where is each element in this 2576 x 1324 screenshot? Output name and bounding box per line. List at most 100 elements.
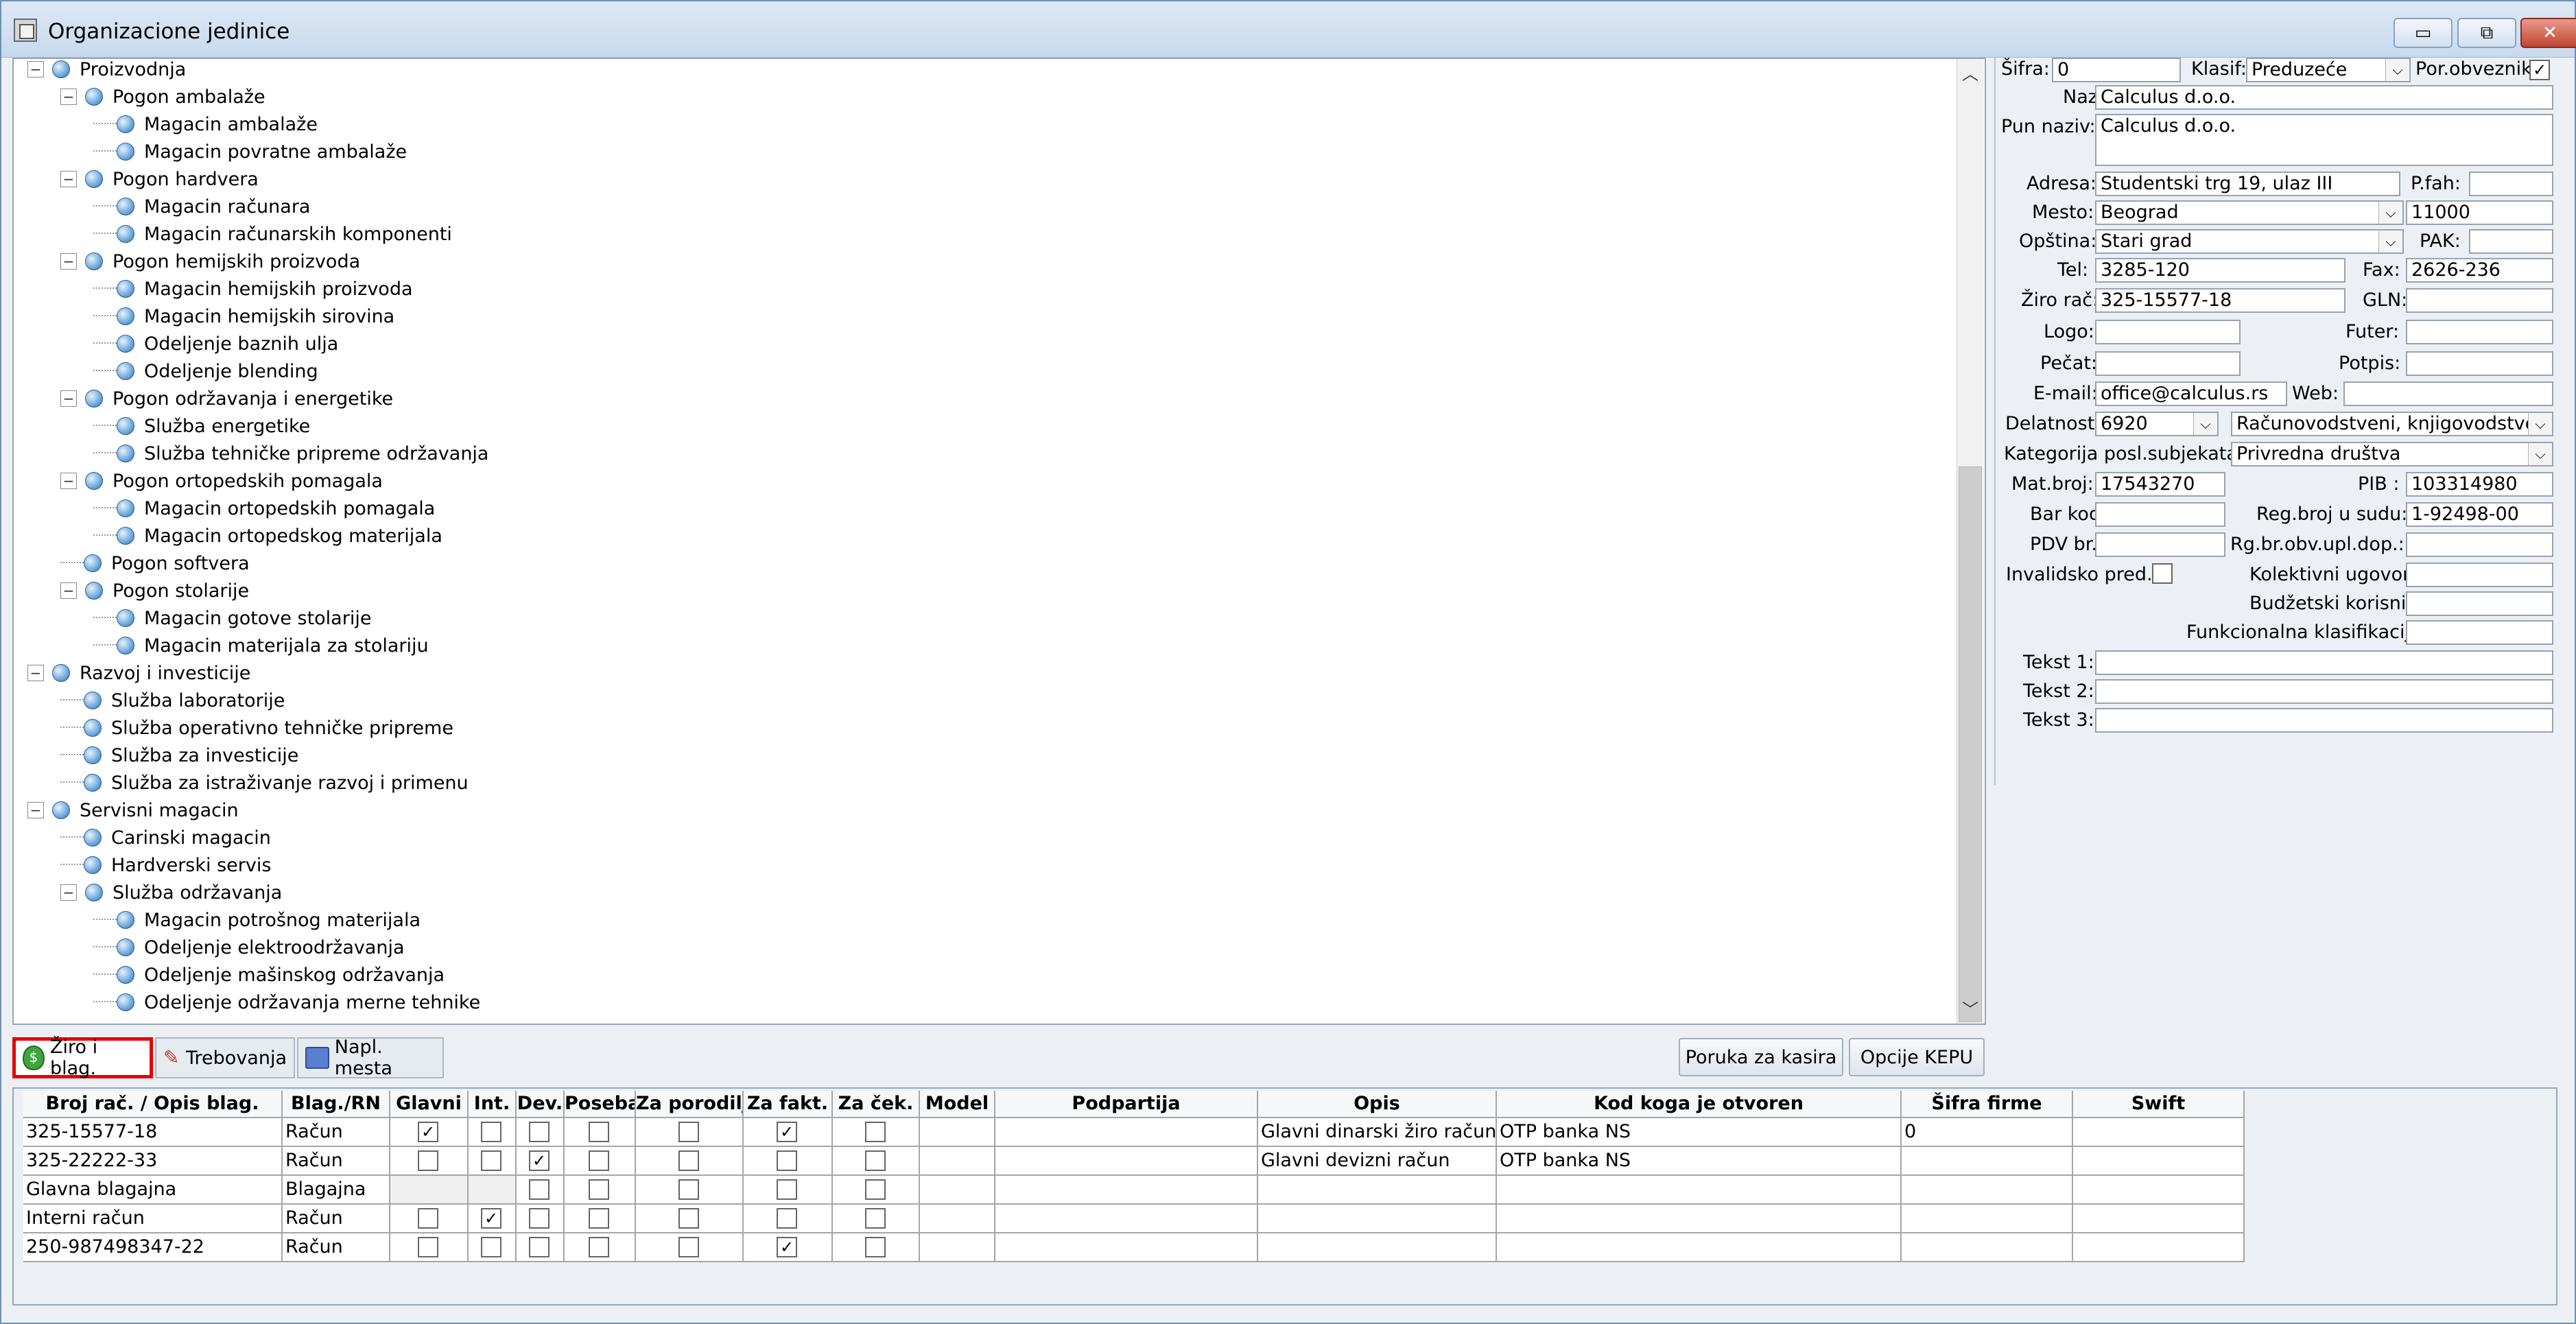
row-checkbox[interactable] [589, 1122, 609, 1142]
table-cell[interactable]: Račun [283, 1233, 390, 1262]
column-header[interactable]: Poseban [565, 1091, 636, 1118]
row-checkbox[interactable] [678, 1237, 699, 1257]
table-cell[interactable] [920, 1233, 995, 1262]
table-cell[interactable]: 0 [1902, 1118, 2073, 1147]
tekst3-field[interactable] [2095, 708, 2553, 733]
row-checkbox[interactable]: ✓ [529, 1150, 550, 1171]
tekst2-field[interactable] [2095, 679, 2553, 704]
tree-node[interactable]: Odeljenje baznih ulja [93, 330, 338, 357]
tel-field[interactable]: 3285-120 [2095, 258, 2345, 283]
tree-node[interactable]: Odeljenje održavanja merne tehnike [93, 989, 480, 1016]
opcije-kepu-button[interactable]: Opcije KEPU [1849, 1038, 1985, 1076]
column-header[interactable]: Šifra firme [1902, 1091, 2073, 1118]
collapse-icon[interactable]: − [27, 802, 44, 818]
table-cell[interactable]: Glavni dinarski žiro račun [1258, 1118, 1497, 1147]
opstina-select[interactable]: Stari grad ⌵ [2095, 229, 2404, 254]
column-header[interactable]: Za porodilje [636, 1091, 744, 1118]
table-cell[interactable] [1902, 1176, 2073, 1205]
column-header[interactable]: Za fakt. [744, 1091, 833, 1118]
table-cell[interactable] [1258, 1205, 1497, 1233]
chevron-down-icon[interactable]: ⌵ [2528, 413, 2552, 435]
row-checkbox[interactable] [529, 1179, 550, 1200]
table-cell[interactable] [636, 1176, 744, 1205]
por-obveznik-checkbox[interactable]: ✓ [2529, 60, 2550, 80]
table-cell[interactable]: ✓ [517, 1147, 565, 1176]
row-checkbox[interactable] [777, 1208, 797, 1229]
pdv-field[interactable] [2095, 532, 2225, 557]
tree-node[interactable]: − Servisni magacin [27, 796, 239, 824]
pun-naziv-field[interactable]: Calculus d.o.o. [2095, 114, 2553, 166]
tree-node[interactable]: Pogon softvera [60, 549, 250, 577]
delatnost-select[interactable]: 6920 ⌵ [2095, 412, 2219, 436]
tree-node[interactable]: Služba operativno tehničke pripreme [60, 714, 453, 742]
table-cell[interactable] [833, 1147, 920, 1176]
row-checkbox[interactable] [777, 1150, 797, 1171]
table-cell[interactable]: 325-22222-33 [23, 1147, 283, 1176]
row-checkbox[interactable] [418, 1237, 438, 1257]
table-cell[interactable] [517, 1205, 565, 1233]
row-checkbox[interactable] [777, 1179, 797, 1200]
ptt-field[interactable]: 11000 [2406, 200, 2553, 225]
row-checkbox[interactable] [529, 1122, 550, 1142]
title-bar[interactable]: Organizacione jedinice ▭ ⧉ ✕ [1, 1, 2576, 58]
regbroj-field[interactable]: 1-92498-00 [2406, 502, 2553, 527]
pak-field[interactable] [2469, 229, 2553, 254]
column-header[interactable]: Model [920, 1091, 995, 1118]
tree-node[interactable]: − Pogon hemijskih proizvoda [60, 248, 360, 275]
column-header[interactable]: Opis [1258, 1091, 1497, 1118]
table-cell[interactable] [2073, 1176, 2245, 1205]
row-checkbox[interactable] [481, 1122, 501, 1142]
tree-node[interactable]: Hardverski servis [60, 851, 271, 879]
table-cell[interactable]: OTP banka NS [1497, 1147, 1902, 1176]
maximize-button[interactable]: ⧉ [2457, 18, 2516, 48]
potpis-field[interactable] [2406, 351, 2553, 376]
row-checkbox[interactable] [678, 1208, 699, 1229]
table-cell[interactable] [469, 1147, 517, 1176]
pfah-field[interactable] [2469, 172, 2553, 196]
tree-scrollbar-thumb[interactable] [1959, 466, 1982, 1022]
table-cell[interactable] [1497, 1205, 1902, 1233]
tree-node[interactable]: Magacin računara [93, 193, 310, 220]
table-cell[interactable] [565, 1147, 636, 1176]
table-cell[interactable] [744, 1176, 833, 1205]
web-field[interactable] [2343, 381, 2553, 406]
collapse-icon[interactable]: − [60, 253, 77, 270]
column-header[interactable]: Swift [2073, 1091, 2245, 1118]
naziv-field[interactable]: Calculus d.o.o. [2095, 85, 2553, 110]
tree-node[interactable]: − Pogon hardvera [60, 165, 259, 193]
collapse-icon[interactable]: − [60, 171, 77, 187]
tree-node[interactable]: − Pogon ortopedskih pomagala [60, 467, 383, 495]
poruka-za-kasira-button[interactable]: Poruka za kasira [1679, 1038, 1843, 1076]
collapse-icon[interactable]: − [60, 473, 77, 489]
table-cell[interactable]: OTP banka NS [1497, 1118, 1902, 1147]
sifra-field[interactable]: 0 [2052, 58, 2181, 82]
tree-node[interactable]: − Proizvodnja [27, 59, 186, 83]
tree-node[interactable]: − Pogon održavanja i energetike [60, 385, 393, 412]
tree-node[interactable]: Carinski magacin [60, 824, 271, 851]
chevron-down-icon[interactable]: ⌵ [2378, 230, 2402, 252]
column-header[interactable]: Podpartija [995, 1091, 1258, 1118]
table-cell[interactable]: ✓ [744, 1233, 833, 1262]
tree-node[interactable]: Magacin ortopedskih pomagala [93, 495, 435, 522]
table-cell[interactable]: Interni račun [23, 1205, 283, 1233]
pib-field[interactable]: 103314980 [2406, 472, 2553, 497]
column-header[interactable]: Blag./RN [283, 1091, 390, 1118]
table-cell[interactable] [469, 1233, 517, 1262]
row-checkbox[interactable] [865, 1150, 886, 1171]
table-cell[interactable] [920, 1176, 995, 1205]
table-cell[interactable] [995, 1233, 1258, 1262]
tree-node[interactable]: Magacin hemijskih proizvoda [93, 275, 413, 303]
tree-node[interactable]: Magacin potrošnog materijala [93, 906, 421, 934]
tree-node[interactable]: Služba energetike [93, 412, 310, 440]
row-checkbox[interactable] [678, 1122, 699, 1142]
collapse-icon[interactable]: − [60, 88, 77, 105]
row-checkbox[interactable] [589, 1208, 609, 1229]
chevron-down-icon[interactable]: ⌵ [2378, 202, 2402, 224]
tree-node[interactable]: Služba laboratorije [60, 687, 285, 714]
table-cell[interactable] [1258, 1176, 1497, 1205]
column-header[interactable]: Broj rač. / Opis blag. [23, 1091, 283, 1118]
table-cell[interactable] [565, 1118, 636, 1147]
minimize-button[interactable]: ▭ [2394, 18, 2453, 48]
email-field[interactable]: office@calculus.rs [2095, 381, 2287, 406]
column-header[interactable]: Int. [469, 1091, 517, 1118]
